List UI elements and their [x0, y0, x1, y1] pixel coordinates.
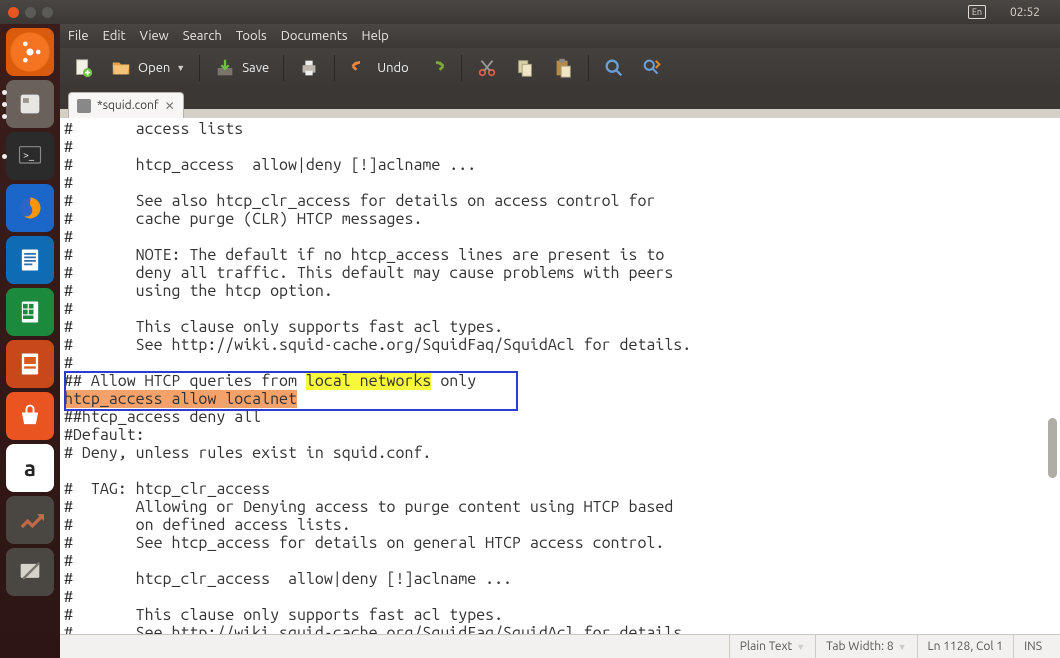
find-replace-button[interactable] — [635, 53, 669, 83]
tab-title: *squid.conf — [97, 99, 159, 112]
launcher-software-icon[interactable] — [6, 392, 54, 440]
app-toolbar: Open ▼ Save Undo — [60, 48, 1060, 88]
launcher-texteditor-icon[interactable] — [6, 548, 54, 596]
system-bar: En 02:52 — [0, 0, 1060, 24]
menu-file[interactable]: File — [68, 29, 89, 43]
menu-search[interactable]: Search — [183, 29, 222, 43]
cut-icon — [476, 57, 498, 79]
editor-content[interactable]: # access lists # # htcp_access allow|den… — [60, 118, 1060, 634]
launcher-impress-icon[interactable] — [6, 340, 54, 388]
launcher-terminal-icon[interactable]: >_ — [6, 132, 54, 180]
status-language[interactable]: Plain Text▼ — [729, 635, 815, 658]
app-menubar: File Edit View Search Tools Documents He… — [60, 24, 1060, 48]
open-folder-icon — [110, 57, 132, 79]
save-button[interactable]: Save — [208, 53, 275, 83]
undo-label: Undo — [377, 61, 409, 75]
scrollbar-thumb[interactable] — [1048, 418, 1057, 478]
find-button[interactable] — [597, 53, 631, 83]
open-label: Open — [138, 61, 170, 75]
editor-area[interactable]: # access lists # # htcp_access allow|den… — [60, 118, 1060, 634]
highlight-search-match: local networks — [306, 372, 431, 390]
tab-strip: *squid.conf ✕ — [60, 88, 1060, 118]
paste-icon — [552, 57, 574, 79]
save-label: Save — [242, 61, 269, 75]
launcher-calc-icon[interactable] — [6, 288, 54, 336]
minimize-window-button[interactable] — [25, 7, 36, 18]
tab-squid-conf[interactable]: *squid.conf ✕ — [68, 92, 184, 118]
svg-text:>_: >_ — [23, 148, 35, 160]
unity-launcher: >_ a — [0, 24, 60, 658]
highlight-selection: htcp_access allow localnet — [64, 390, 297, 408]
launcher-amazon-icon[interactable]: a — [6, 444, 54, 492]
close-window-button[interactable] — [8, 7, 19, 18]
new-file-button[interactable] — [66, 53, 100, 83]
save-icon — [214, 57, 236, 79]
clock[interactable]: 02:52 — [1010, 6, 1040, 19]
status-bar: Plain Text▼ Tab Width: 8▼ Ln 1128, Col 1… — [60, 634, 1060, 658]
menu-help[interactable]: Help — [362, 29, 389, 43]
paste-button[interactable] — [546, 53, 580, 83]
keyboard-lang-indicator[interactable]: En — [968, 5, 986, 19]
menu-documents[interactable]: Documents — [281, 29, 348, 43]
menu-tools[interactable]: Tools — [236, 29, 267, 43]
launcher-files-icon[interactable] — [6, 80, 54, 128]
menu-edit[interactable]: Edit — [103, 29, 126, 43]
new-file-icon — [72, 57, 94, 79]
redo-button[interactable] — [419, 53, 453, 83]
status-tab-width[interactable]: Tab Width: 8▼ — [815, 635, 916, 658]
tab-close-icon[interactable]: ✕ — [165, 99, 175, 113]
launcher-writer-icon[interactable] — [6, 236, 54, 284]
search-icon — [603, 57, 625, 79]
gedit-window: File Edit View Search Tools Documents He… — [60, 24, 1060, 658]
print-button[interactable] — [292, 53, 326, 83]
status-insert-mode[interactable]: INS — [1013, 635, 1052, 658]
print-icon — [298, 57, 320, 79]
launcher-dash-icon[interactable] — [6, 28, 54, 76]
open-button[interactable]: Open ▼ — [104, 53, 191, 83]
cut-button[interactable] — [470, 53, 504, 83]
status-cursor-pos: Ln 1128, Col 1 — [917, 635, 1014, 658]
copy-button[interactable] — [508, 53, 542, 83]
launcher-firefox-icon[interactable] — [6, 184, 54, 232]
launcher-settings-icon[interactable] — [6, 496, 54, 544]
redo-icon — [425, 57, 447, 79]
undo-button[interactable]: Undo — [343, 53, 415, 83]
menu-view[interactable]: View — [140, 29, 169, 43]
maximize-window-button[interactable] — [42, 7, 53, 18]
copy-icon — [514, 57, 536, 79]
window-buttons — [8, 7, 53, 18]
open-dropdown-icon[interactable]: ▼ — [176, 63, 185, 73]
undo-icon — [349, 57, 371, 79]
find-replace-icon — [641, 57, 663, 79]
vertical-scrollbar[interactable] — [1047, 118, 1058, 634]
